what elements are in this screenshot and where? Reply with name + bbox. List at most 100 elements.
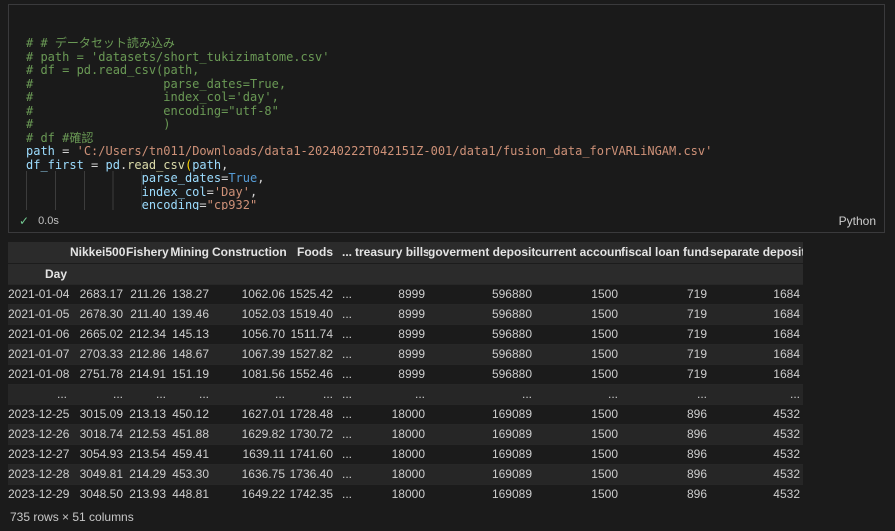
- row-index-cell: 2021-01-05: [8, 304, 70, 324]
- table-cell: 3018.74: [70, 424, 126, 444]
- table-cell: 1525.42: [288, 284, 336, 304]
- code-token: =: [84, 158, 106, 172]
- table-cell: ...: [355, 384, 428, 404]
- empty-header-cell: [621, 263, 710, 284]
- table-row: 2021-01-072703.33212.86148.671067.391527…: [8, 344, 803, 364]
- row-index-cell: 2023-12-26: [8, 424, 70, 444]
- table-cell: 138.27: [169, 284, 212, 304]
- empty-header-cell: [336, 263, 355, 284]
- table-cell: 1500: [535, 484, 621, 504]
- table-cell: 214.91: [126, 364, 169, 384]
- table-cell: 18000: [355, 484, 428, 504]
- code-line[interactable]: path = 'C:/Users/tn011/Downloads/data1-2…: [26, 145, 876, 159]
- code-line[interactable]: index_col='Day',: [26, 186, 876, 200]
- table-cell: ...: [336, 344, 355, 364]
- code-token: ,: [221, 158, 228, 172]
- column-header: Foods: [288, 242, 336, 263]
- table-cell: 4532: [710, 424, 803, 444]
- column-header: fiscal loan funds: [621, 242, 710, 263]
- table-cell: 1500: [535, 404, 621, 424]
- empty-header-cell: [535, 263, 621, 284]
- table-cell: 8999: [355, 344, 428, 364]
- table-cell: 1500: [535, 344, 621, 364]
- table-cell: 719: [621, 344, 710, 364]
- table-cell: ...: [535, 384, 621, 404]
- row-index-cell: 2023-12-28: [8, 464, 70, 484]
- code-lines: # # データセット読み込み# path = 'datasets/short_t…: [26, 37, 876, 210]
- table-cell: 4532: [710, 444, 803, 464]
- table-cell: ...: [212, 384, 288, 404]
- table-cell: 3049.81: [70, 464, 126, 484]
- code-line[interactable]: # index_col='day',: [26, 91, 876, 105]
- empty-header-cell: [126, 263, 169, 284]
- code-editor[interactable]: # # データセット読み込み# path = 'datasets/short_t…: [9, 5, 884, 210]
- code-line[interactable]: # df #確認: [26, 132, 876, 146]
- column-header: Construction: [212, 242, 288, 263]
- code-token: pd: [105, 158, 119, 172]
- table-cell: 2703.33: [70, 344, 126, 364]
- column-header: Mining: [169, 242, 212, 263]
- code-line[interactable]: # ): [26, 118, 876, 132]
- table-cell: 3015.09: [70, 404, 126, 424]
- code-line[interactable]: # # データセット読み込み: [26, 37, 876, 51]
- table-cell: 151.19: [169, 364, 212, 384]
- cell-output-area: Nikkei500FisheryMiningConstructionFoods.…: [8, 242, 803, 504]
- table-cell: 212.53: [126, 424, 169, 444]
- table-cell: 8999: [355, 324, 428, 344]
- table-row: 2023-12-293048.50213.93448.811649.221742…: [8, 484, 803, 504]
- table-cell: 1742.35: [288, 484, 336, 504]
- table-cell: 1741.60: [288, 444, 336, 464]
- table-cell: 1519.40: [288, 304, 336, 324]
- cell-language-picker[interactable]: Python: [839, 214, 876, 228]
- table-cell: 719: [621, 304, 710, 324]
- table-cell: 213.13: [126, 404, 169, 424]
- table-cell: 896: [621, 444, 710, 464]
- code-line[interactable]: # encoding="utf-8": [26, 105, 876, 119]
- code-token: # df #確認: [26, 131, 93, 145]
- code-token: [26, 185, 142, 199]
- column-header: treasury bills: [355, 242, 428, 263]
- code-line[interactable]: encoding="cp932": [26, 199, 876, 210]
- table-cell: 8999: [355, 304, 428, 324]
- table-cell: 1500: [535, 304, 621, 324]
- table-cell: 1511.74: [288, 324, 336, 344]
- table-cell: 214.29: [126, 464, 169, 484]
- table-cell: 596880: [428, 324, 535, 344]
- table-cell: ...: [336, 464, 355, 484]
- table-cell: ...: [336, 404, 355, 424]
- table-cell: ...: [710, 384, 803, 404]
- code-line[interactable]: # path = 'datasets/short_tukizimatome.cs…: [26, 51, 876, 65]
- column-header: goverment deposits: [428, 242, 535, 263]
- table-cell: 1639.11: [212, 444, 288, 464]
- table-cell: 1067.39: [212, 344, 288, 364]
- code-token: index_col: [142, 185, 207, 199]
- table-cell: 211.26: [126, 284, 169, 304]
- table-row: 2021-01-062665.02212.34145.131056.701511…: [8, 324, 803, 344]
- code-line[interactable]: df_first = pd.read_csv(path,: [26, 159, 876, 173]
- code-line[interactable]: # parse_dates=True,: [26, 78, 876, 92]
- table-cell: ...: [336, 384, 355, 404]
- row-index-cell: 2023-12-29: [8, 484, 70, 504]
- table-cell: 2683.17: [70, 284, 126, 304]
- code-line[interactable]: parse_dates=True,: [26, 172, 876, 186]
- table-cell: ...: [336, 284, 355, 304]
- table-cell: 1627.01: [212, 404, 288, 424]
- code-token: encoding: [142, 198, 200, 210]
- table-row: ....................................: [8, 384, 803, 404]
- code-token: 'C:/Users/tn011/Downloads/data1-20240222…: [77, 144, 713, 158]
- table-cell: 213.54: [126, 444, 169, 464]
- table-row: 2023-12-273054.93213.54459.411639.111741…: [8, 444, 803, 464]
- table-cell: 448.81: [169, 484, 212, 504]
- table-cell: 450.12: [169, 404, 212, 424]
- code-token: [26, 171, 142, 185]
- table-cell: 596880: [428, 344, 535, 364]
- empty-header-cell: [212, 263, 288, 284]
- code-token: path: [192, 158, 221, 172]
- dataframe-shape-summary: 735 rows × 51 columns: [10, 510, 134, 524]
- table-cell: 1500: [535, 424, 621, 444]
- code-token: # encoding="utf-8": [26, 104, 279, 118]
- code-line[interactable]: # df = pd.read_csv(path,: [26, 64, 876, 78]
- code-token: [26, 198, 142, 210]
- code-token: df_first: [26, 158, 84, 172]
- table-cell: 169089: [428, 464, 535, 484]
